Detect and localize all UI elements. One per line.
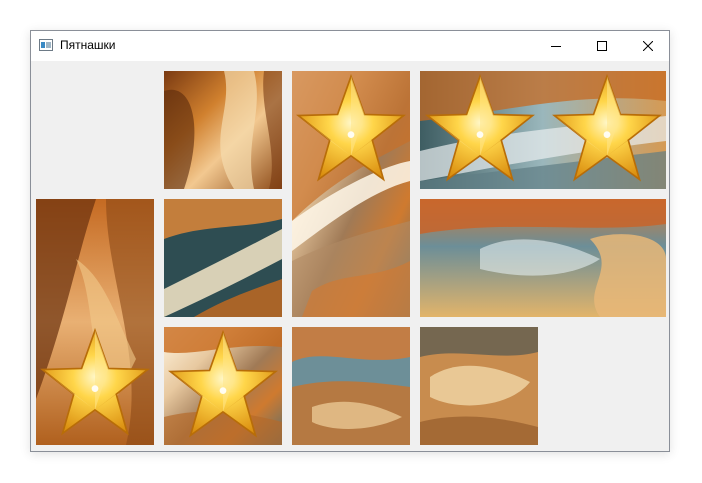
puzzle-tile[interactable] bbox=[420, 327, 538, 445]
title-bar[interactable]: Пятнашки bbox=[31, 31, 669, 61]
puzzle-tile[interactable] bbox=[292, 71, 410, 317]
close-icon bbox=[643, 41, 653, 51]
star-icon bbox=[422, 73, 538, 185]
star-icon bbox=[293, 73, 409, 185]
app-icon bbox=[39, 39, 53, 51]
window-title: Пятнашки bbox=[60, 38, 116, 52]
puzzle-tile[interactable] bbox=[420, 199, 666, 317]
puzzle-tile[interactable] bbox=[164, 71, 282, 189]
maximize-icon bbox=[597, 41, 607, 51]
puzzle-tile[interactable] bbox=[420, 71, 666, 189]
puzzle-tile[interactable] bbox=[164, 199, 282, 317]
puzzle-tile[interactable] bbox=[164, 327, 282, 445]
puzzle-tile[interactable] bbox=[36, 199, 154, 445]
minimize-button[interactable] bbox=[533, 31, 579, 61]
puzzle-tile[interactable] bbox=[292, 327, 410, 445]
minimize-icon bbox=[551, 46, 561, 47]
star-icon bbox=[37, 327, 153, 439]
maximize-button[interactable] bbox=[579, 31, 625, 61]
app-window: Пятнашки bbox=[30, 30, 670, 452]
star-icon bbox=[549, 73, 665, 185]
puzzle-board bbox=[31, 61, 669, 451]
star-icon bbox=[165, 329, 281, 441]
close-button[interactable] bbox=[625, 31, 671, 61]
